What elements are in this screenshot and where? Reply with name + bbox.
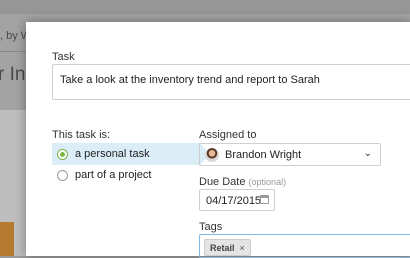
due-date-optional-hint: (optional) <box>248 177 287 187</box>
assignee-name: Brandon Wright <box>225 148 302 161</box>
task-modal: Task Take a look at the inventory trend … <box>26 22 410 258</box>
tags-input[interactable]: Retail × <box>199 234 410 258</box>
task-input[interactable]: Take a look at the inventory trend and r… <box>52 64 410 100</box>
radio-option-personal[interactable]: a personal task <box>52 143 210 165</box>
assignee-select[interactable]: Brandon Wright ⌄ <box>199 143 381 166</box>
tag-chip: Retail × <box>204 239 251 256</box>
tag-chip-label: Retail <box>210 242 235 253</box>
due-date-input[interactable]: 04/17/2015 <box>199 189 275 211</box>
task-type-label: This task is: <box>52 129 111 141</box>
close-icon[interactable]: × <box>240 243 245 253</box>
radio-unchecked-icon[interactable] <box>57 169 68 181</box>
chevron-down-icon[interactable]: ⌄ <box>364 148 372 159</box>
background-chart-bar <box>0 222 14 256</box>
due-date-label-text: Due Date <box>199 176 246 188</box>
task-label: Task <box>52 51 75 63</box>
background-divider <box>0 51 26 52</box>
radio-option-label: part of a project <box>75 169 152 181</box>
radio-option-label: a personal task <box>75 148 150 160</box>
radio-checked-icon[interactable] <box>57 148 68 160</box>
due-date-label: Due Date (optional) <box>199 176 286 188</box>
tags-label: Tags <box>199 221 223 233</box>
radio-option-project[interactable]: part of a project <box>52 164 151 186</box>
background-header <box>0 0 410 14</box>
due-date-value: 04/17/2015 <box>206 195 262 207</box>
avatar <box>205 147 219 162</box>
assigned-to-label: Assigned to <box>199 129 257 141</box>
calendar-icon[interactable] <box>260 195 269 204</box>
